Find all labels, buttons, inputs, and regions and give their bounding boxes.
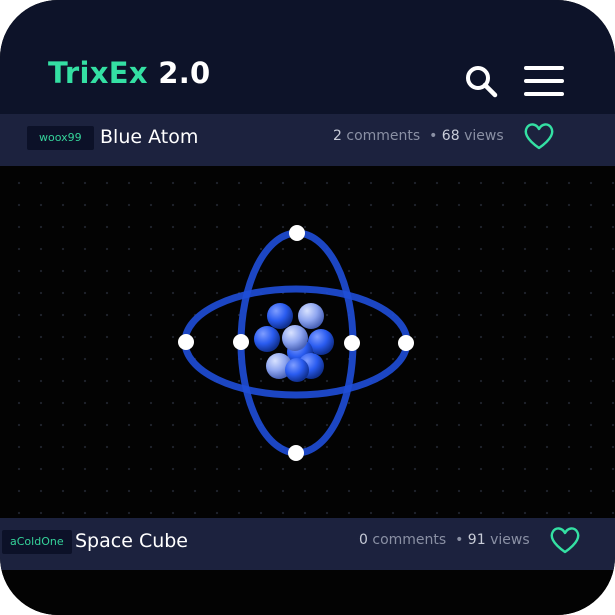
username-badge[interactable]: aColdOne — [2, 530, 72, 554]
nucleus — [254, 303, 334, 382]
post-stats: 2 comments • 68 views — [333, 128, 504, 144]
post-preview-blue-atom[interactable] — [0, 166, 615, 518]
post-stats: 0 comments • 91 views — [359, 532, 530, 548]
post-bar-space-cube: aColdOne Space Cube 0 comments • 91 view… — [0, 518, 615, 570]
app-screen: TrixEx 2.0 woox99 Blue Atom 2 comments •… — [0, 0, 615, 615]
username-badge[interactable]: woox99 — [27, 126, 94, 150]
post-preview-space-cube[interactable] — [0, 570, 615, 615]
app-header: TrixEx 2.0 — [0, 0, 615, 114]
search-icon[interactable] — [464, 64, 498, 98]
app-logo[interactable]: TrixEx 2.0 — [48, 56, 211, 90]
post-bar-blue-atom: woox99 Blue Atom 2 comments • 68 views — [0, 114, 615, 166]
post-title[interactable]: Space Cube — [75, 530, 188, 552]
heart-icon[interactable] — [523, 121, 555, 151]
atom-illustration — [178, 225, 414, 461]
post-title[interactable]: Blue Atom — [100, 126, 198, 148]
heart-icon[interactable] — [549, 525, 581, 555]
menu-icon[interactable] — [524, 64, 566, 98]
